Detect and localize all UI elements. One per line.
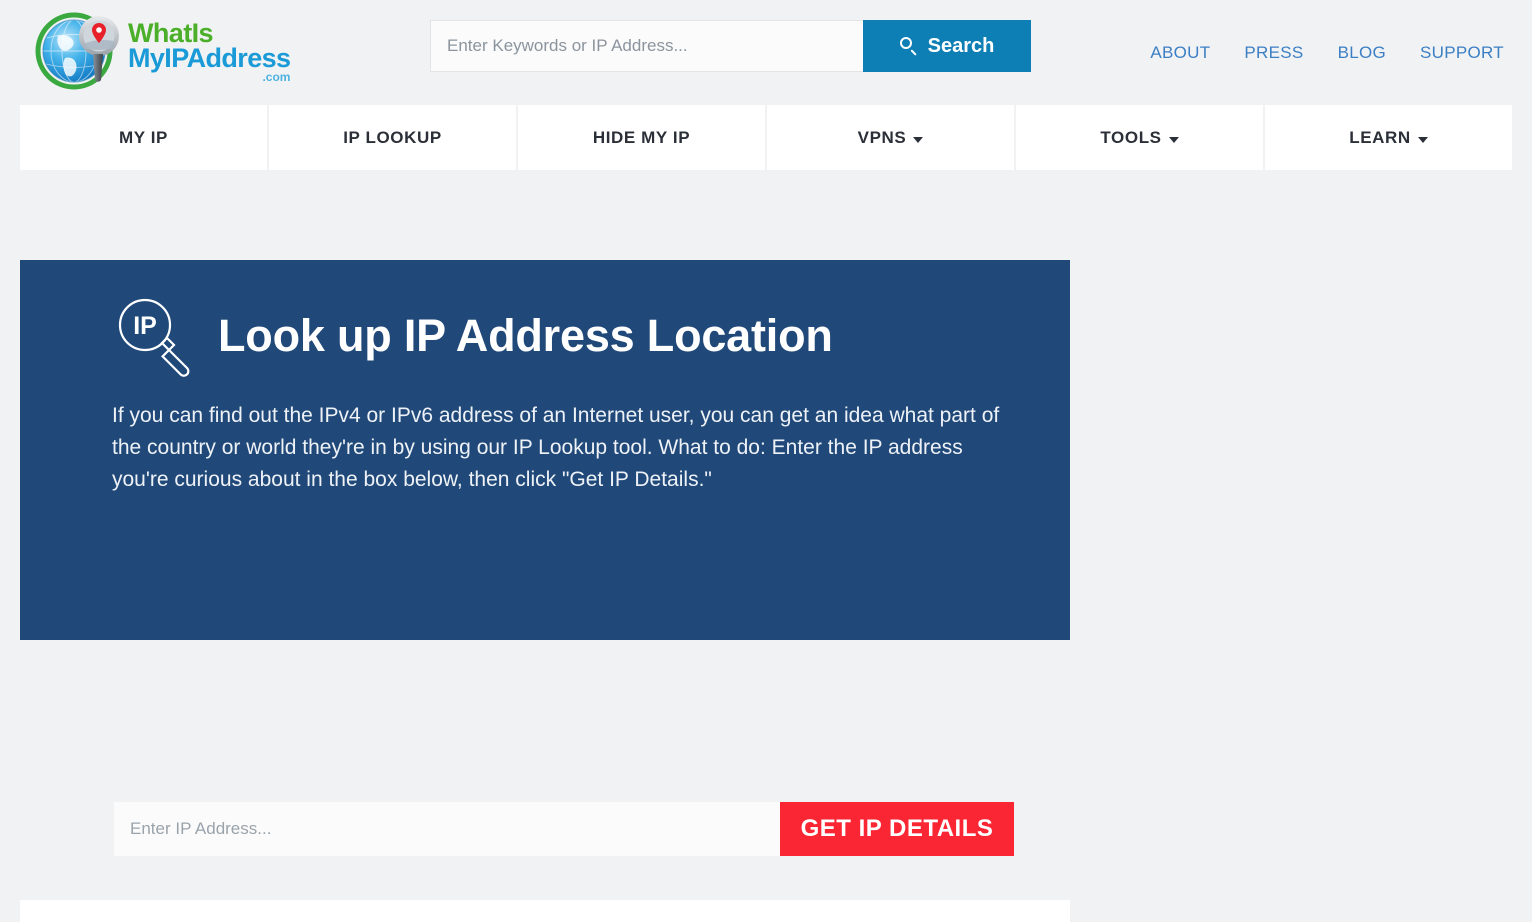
nav-item-vpns[interactable]: VPNS [767,105,1014,170]
nav-item-label: TOOLS [1100,127,1162,147]
header-search: Search [430,20,1031,72]
panel-description: If you can find out the IPv4 or IPv6 add… [112,404,1000,491]
panel-bottom-strip [20,900,1070,922]
ip-lookup-panel: IP Look up IP Address Location If you ca… [20,260,1070,922]
chevron-down-icon [913,136,924,143]
page-title: Look up IP Address Location [218,310,833,361]
get-ip-details-button[interactable]: GET IP DETAILS [780,802,1014,856]
top-nav-item-support[interactable]: SUPPORT [1420,43,1504,63]
nav-item-label: LEARN [1349,127,1411,147]
search-input[interactable] [430,20,863,72]
svg-text:IP: IP [133,312,157,340]
nav-item-tools[interactable]: TOOLS [1016,105,1263,170]
top-nav-item-press[interactable]: PRESS [1244,43,1303,63]
logo-wordmark: WhatIs MyIPAddress .com [128,20,291,84]
nav-item-label: VPNS [857,127,907,147]
primary-navigation: MY IP IP LOOKUP HIDE MY IP VPNS TOOLS LE… [20,105,1512,170]
chevron-down-icon [1417,136,1428,143]
logo-dotcom: .com [262,69,291,84]
nav-item-ip-lookup[interactable]: IP LOOKUP [269,105,516,170]
ip-lookup-form: GET IP DETAILS [114,802,1014,856]
site-logo[interactable]: WhatIs MyIPAddress .com [32,8,291,94]
search-icon [899,37,918,55]
nav-item-label: MY IP [119,127,168,147]
chevron-down-icon [1168,136,1179,143]
top-nav-item-blog[interactable]: BLOG [1338,43,1386,63]
top-utility-nav: ABOUT PRESS BLOG SUPPORT [1150,43,1504,63]
logo-line-2: MyIPAddress [128,42,291,73]
magnifier-ip-icon: IP [112,294,196,378]
site-header: WhatIs MyIPAddress .com Search ABOUT PRE… [0,0,1532,100]
globe-magnifier-icon [32,8,124,94]
search-button-label: Search [927,34,995,57]
panel-header: IP Look up IP Address Location [112,294,833,378]
search-button[interactable]: Search [863,20,1031,72]
nav-item-learn[interactable]: LEARN [1265,105,1512,170]
ip-address-input[interactable] [114,802,780,856]
nav-item-label: HIDE MY IP [592,127,691,147]
nav-item-my-ip[interactable]: MY IP [20,105,267,170]
top-nav-item-about[interactable]: ABOUT [1150,43,1210,63]
nav-item-label: IP LOOKUP [343,127,442,147]
nav-item-hide-my-ip[interactable]: HIDE MY IP [518,105,765,170]
